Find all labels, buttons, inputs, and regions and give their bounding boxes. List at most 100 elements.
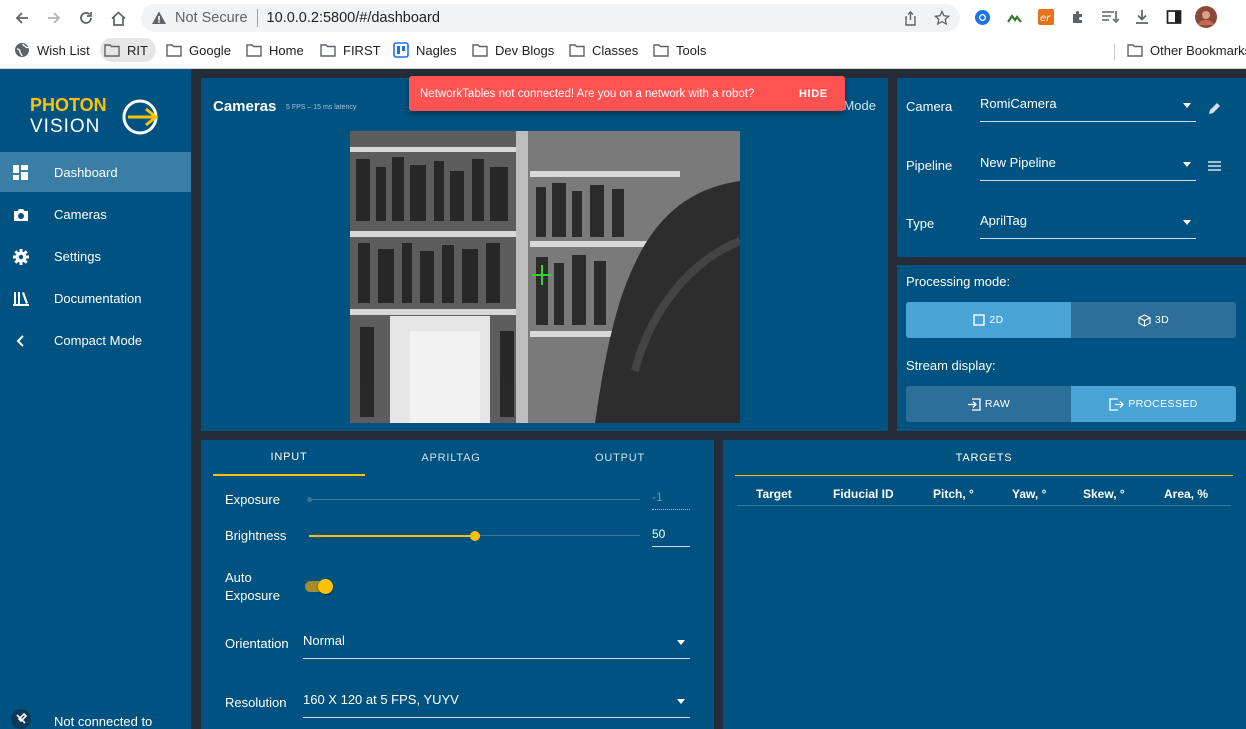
address-bar[interactable]: Not Secure 10.0.0.2:5800/#/dashboard xyxy=(141,4,960,32)
sidebar-item-documentation[interactable]: Documentation xyxy=(0,278,191,318)
bookmark-label: Home xyxy=(269,42,304,58)
bookmark-classes[interactable]: Classes xyxy=(569,38,638,62)
globe-icon xyxy=(15,43,30,57)
reload-icon[interactable] xyxy=(74,6,98,30)
sidebar-item-cameras[interactable]: Cameras xyxy=(0,194,191,234)
auto-exposure-toggle-knob[interactable] xyxy=(318,579,333,594)
cube-icon xyxy=(1138,313,1151,327)
mode-2d-label: 2D xyxy=(989,314,1004,326)
tab-apriltag[interactable]: APRILTAG xyxy=(375,440,527,476)
pipeline-label: Pipeline xyxy=(906,158,953,173)
exposure-slider-thumb[interactable] xyxy=(307,497,312,502)
bookmark-other[interactable]: Other Bookmarks xyxy=(1127,38,1246,62)
snackbar-message: NetworkTables not connected! Are you on … xyxy=(420,87,755,100)
fps-latency-text: 5 FPS – 15 ms latency xyxy=(286,104,357,111)
reading-list-icon[interactable] xyxy=(1099,6,1121,28)
column-header-skew[interactable]: Skew, ° xyxy=(1083,487,1125,501)
raw-button[interactable]: RAW xyxy=(906,386,1071,422)
profile-avatar[interactable] xyxy=(1195,6,1217,28)
column-header-yaw[interactable]: Yaw, ° xyxy=(1012,487,1046,501)
bookmark-label: Classes xyxy=(592,42,639,58)
exposure-slider[interactable] xyxy=(309,499,640,500)
chevron-down-icon xyxy=(677,640,685,645)
star-icon[interactable] xyxy=(931,7,953,29)
bookmark-first[interactable]: FIRST xyxy=(320,38,381,62)
column-header-pitch[interactable]: Pitch, ° xyxy=(933,487,974,501)
type-label: Type xyxy=(906,216,935,231)
extension-chrome-icon[interactable] xyxy=(971,6,993,28)
hide-button[interactable]: HIDE xyxy=(799,88,828,100)
exposure-value-field[interactable]: -1 xyxy=(652,490,690,510)
mode-toggle-label[interactable]: Mode xyxy=(843,98,876,113)
pipeline-config-card: Camera RomiCamera Pipeline New Pipeline … xyxy=(897,78,1246,257)
security-status: Not Secure xyxy=(175,10,248,26)
sidebar-item-compact-mode[interactable]: Compact Mode xyxy=(0,320,191,360)
mode-3d-label: 3D xyxy=(1154,314,1170,326)
tab-apriltag-label: APRILTAG xyxy=(421,452,481,464)
camera-stream[interactable] xyxy=(350,131,740,423)
connection-status: Not connected to xyxy=(0,705,191,729)
sidebar-item-dashboard[interactable]: Dashboard xyxy=(0,152,191,192)
type-select[interactable]: AprilTag xyxy=(980,213,1196,239)
bookmark-label: RIT xyxy=(127,42,148,58)
extension-er-icon[interactable]: er xyxy=(1035,6,1057,28)
auto-exposure-label-line1: Auto xyxy=(225,570,252,585)
sidebar-item-settings[interactable]: Settings xyxy=(0,236,191,276)
bookmark-wish-list[interactable]: Wish List xyxy=(14,38,90,62)
exposure-value: -1 xyxy=(652,490,663,504)
raw-label: RAW xyxy=(984,398,1011,410)
tab-output[interactable]: OUTPUT xyxy=(544,440,696,476)
processing-card: Processing mode: 2D 3D Stream display: R… xyxy=(897,265,1246,431)
column-header-target[interactable]: Target xyxy=(756,487,792,501)
dashboard-icon xyxy=(12,164,29,181)
sidebar-item-label: Cameras xyxy=(54,206,107,222)
trello-icon xyxy=(393,42,409,58)
bookmark-home[interactable]: Home xyxy=(246,38,304,62)
forward-icon[interactable] xyxy=(42,6,66,30)
output-icon xyxy=(1109,397,1125,411)
connection-status-text: Not connected to xyxy=(54,714,153,729)
column-header-area[interactable]: Area, % xyxy=(1164,487,1208,501)
orientation-select[interactable]: Normal xyxy=(303,633,690,659)
bookmark-label: Nagles xyxy=(416,42,457,58)
back-icon[interactable] xyxy=(10,6,34,30)
extensions-puzzle-icon[interactable] xyxy=(1067,6,1089,28)
bookmark-rit[interactable]: RIT xyxy=(100,38,156,62)
share-icon[interactable] xyxy=(899,7,921,29)
brightness-label: Brightness xyxy=(225,528,287,543)
processed-button[interactable]: PROCESSED xyxy=(1071,386,1236,422)
home-icon[interactable] xyxy=(106,6,130,30)
tab-output-label: OUTPUT xyxy=(594,452,646,464)
url-text[interactable]: 10.0.0.2:5800/#/dashboard xyxy=(267,10,440,26)
bookmark-dev-blogs[interactable]: Dev Blogs xyxy=(472,38,554,62)
bookmark-google[interactable]: Google xyxy=(166,38,231,62)
tab-input[interactable]: INPUT xyxy=(213,440,365,476)
bookmark-nagles[interactable]: Nagles xyxy=(393,38,456,62)
processing-mode-label: Processing mode: xyxy=(906,274,1011,289)
square-icon xyxy=(973,314,986,326)
bookmark-tools[interactable]: Tools xyxy=(653,38,706,62)
pipeline-select[interactable]: New Pipeline xyxy=(980,155,1196,181)
mode-3d-button[interactable]: 3D xyxy=(1071,302,1236,338)
folder-icon xyxy=(653,44,669,57)
brightness-value-field[interactable]: 50 xyxy=(652,527,690,547)
brightness-slider-thumb[interactable] xyxy=(470,531,480,541)
download-icon[interactable] xyxy=(1131,6,1153,28)
resolution-select[interactable]: 160 X 120 at 5 FPS, YUYV xyxy=(303,692,690,718)
side-panel-icon[interactable] xyxy=(1163,6,1185,28)
camera-select[interactable]: RomiCamera xyxy=(980,96,1196,122)
sidebar-item-label: Settings xyxy=(54,248,101,264)
photonvision-logo[interactable]: PHOTON VISION xyxy=(30,93,165,137)
menu-icon[interactable] xyxy=(1203,155,1225,177)
resolution-label: Resolution xyxy=(225,695,287,710)
column-header-fiducial-id[interactable]: Fiducial ID xyxy=(833,487,894,501)
edit-pencil-icon[interactable] xyxy=(1203,97,1225,119)
stream-display-label: Stream display: xyxy=(906,358,996,373)
exposure-label: Exposure xyxy=(225,492,280,507)
extension-leaf-icon[interactable] xyxy=(1003,6,1025,28)
mode-2d-button[interactable]: 2D xyxy=(906,302,1071,338)
folder-icon xyxy=(166,44,182,57)
brightness-value: 50 xyxy=(652,527,666,541)
sidebar-item-label: Compact Mode xyxy=(54,332,143,348)
chevron-down-icon xyxy=(677,699,685,704)
